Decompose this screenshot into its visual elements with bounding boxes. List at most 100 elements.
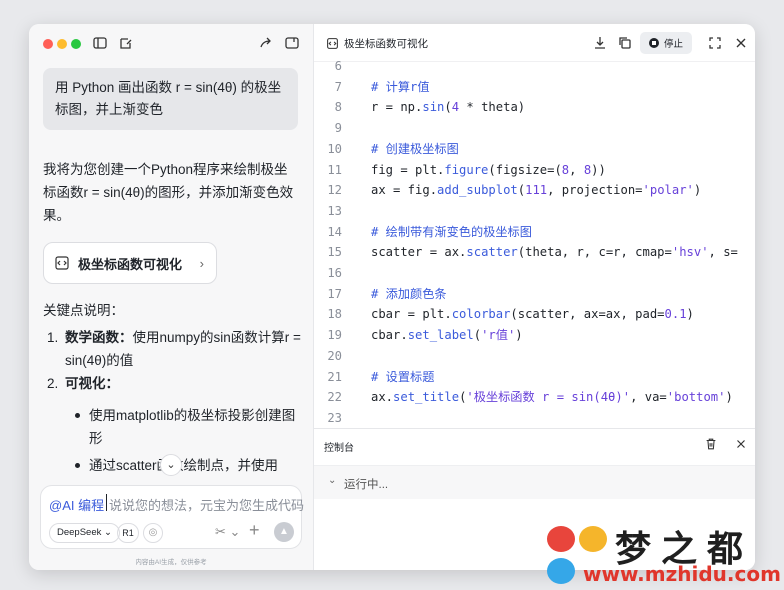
console-title: 控制台 bbox=[324, 443, 354, 454]
code-text: r = np.sin(4 * theta) bbox=[371, 100, 526, 115]
code-line[interactable]: 10 # 创建极坐标图 bbox=[314, 139, 755, 160]
code-title: 极坐标函数可视化 bbox=[344, 38, 428, 50]
download-icon[interactable] bbox=[592, 35, 608, 51]
chat-pane: 用 Python 画出函数 r = sin(4θ) 的极坐标图，并上渐变色 我将… bbox=[29, 24, 313, 570]
close-icon[interactable] bbox=[734, 437, 748, 451]
line-number: 6 bbox=[334, 59, 342, 73]
console-status: 运行中... bbox=[344, 479, 389, 491]
watermark: 梦之都 www.mzhidu.com bbox=[543, 518, 784, 590]
code-line[interactable]: 18 cbar = plt.colorbar(scatter, ax=ax, pa… bbox=[314, 304, 755, 325]
code-text: cbar.set_label('r值') bbox=[371, 328, 523, 343]
line-number: 12 bbox=[327, 183, 342, 198]
code-text: # 计算r值 bbox=[371, 79, 430, 94]
model-selector[interactable]: DeepSeek ⌄ bbox=[49, 523, 120, 543]
code-text: # 设置标题 bbox=[371, 369, 435, 384]
code-text: cbar = plt.colorbar(scatter, ax=ax, pad=… bbox=[371, 307, 694, 322]
mode-tag[interactable]: @AI 编程 bbox=[49, 495, 104, 514]
list-item-text: 通过scatter函数绘制点，并使用 bbox=[89, 458, 279, 473]
list-item: 2. 可视化： bbox=[43, 372, 301, 395]
artifact-card[interactable]: 极坐标函数可视化 › bbox=[43, 242, 217, 284]
user-message: 用 Python 画出函数 r = sin(4θ) 的极坐标图，并上渐变色 bbox=[43, 68, 298, 130]
code-line[interactable]: 20 bbox=[314, 346, 755, 367]
code-line[interactable]: 13 bbox=[314, 201, 755, 222]
add-attachment-icon[interactable]: + bbox=[249, 520, 260, 541]
code-text: ax.set_title('极坐标函数 r = sin(4θ)', va='bo… bbox=[371, 390, 733, 405]
line-number: 14 bbox=[327, 224, 342, 239]
code-file-icon bbox=[326, 37, 339, 50]
code-text: ax = fig.add_subplot(111, projection='po… bbox=[371, 183, 702, 198]
scissors-icon[interactable]: ✂ ⌄ bbox=[215, 524, 240, 540]
console-output-row[interactable]: ⌄ 运行中... bbox=[314, 465, 755, 499]
list-item: 使用matplotlib的极坐标投影创建图形 bbox=[43, 404, 301, 450]
close-window-button[interactable] bbox=[43, 39, 53, 49]
code-line[interactable]: 9 bbox=[314, 118, 755, 139]
list-number: 1. bbox=[47, 330, 59, 345]
code-line[interactable]: 22 ax.set_title('极坐标函数 r = sin(4θ)', va='… bbox=[314, 387, 755, 408]
stop-label: 停止 bbox=[663, 39, 683, 50]
list-item-text: 使用matplotlib的极坐标投影创建图形 bbox=[89, 408, 296, 446]
line-number: 20 bbox=[327, 348, 342, 363]
code-pane: 极坐标函数可视化 停止 6 7 # 计算r值 8 r = np.sin(4 * thet… bbox=[313, 24, 755, 570]
line-number: 9 bbox=[334, 121, 342, 136]
share-icon[interactable] bbox=[258, 35, 274, 51]
code-line[interactable]: 17 # 添加颜色条 bbox=[314, 284, 755, 305]
code-line[interactable]: 6 bbox=[314, 56, 755, 77]
code-line[interactable]: 16 bbox=[314, 263, 755, 284]
expand-panel-icon[interactable] bbox=[284, 35, 300, 51]
app-window: 用 Python 画出函数 r = sin(4θ) 的极坐标图，并上渐变色 我将… bbox=[29, 24, 755, 570]
sidebar-toggle-icon[interactable] bbox=[92, 35, 108, 51]
code-text: scatter = ax.scatter(theta, r, c=r, cmap… bbox=[371, 245, 738, 260]
code-text: # 添加颜色条 bbox=[371, 286, 447, 301]
code-line[interactable]: 15 scatter = ax.scatter(theta, r, c=r, cm… bbox=[314, 242, 755, 263]
bullet-icon bbox=[75, 413, 80, 418]
maximize-window-button[interactable] bbox=[71, 39, 81, 49]
red-face-logo-icon bbox=[547, 526, 575, 552]
web-search-icon[interactable]: ◎ bbox=[143, 523, 163, 543]
code-line[interactable]: 11 fig = plt.figure(figsize=(8, 8)) bbox=[314, 160, 755, 181]
disclaimer: 内容由AI生成，仅供参考 bbox=[135, 559, 207, 566]
code-line[interactable]: 21 # 设置标题 bbox=[314, 367, 755, 388]
line-number: 23 bbox=[327, 410, 342, 425]
text-caret bbox=[106, 494, 107, 511]
line-number: 16 bbox=[327, 266, 342, 280]
stop-icon bbox=[648, 38, 659, 48]
code-editor[interactable]: 6 7 # 计算r值 8 r = np.sin(4 * theta) 9 10 # 创建极坐标… bbox=[314, 56, 755, 428]
close-icon[interactable] bbox=[733, 35, 749, 51]
line-number: 18 bbox=[327, 307, 342, 322]
line-number: 13 bbox=[327, 203, 342, 218]
watermark-url: www.mzhidu.com bbox=[583, 562, 781, 586]
yellow-face-logo-icon bbox=[579, 526, 607, 552]
fullscreen-icon[interactable] bbox=[707, 35, 723, 51]
stop-button[interactable]: 停止 bbox=[640, 32, 692, 54]
list-item-label: 数学函数： bbox=[65, 330, 133, 345]
composer: @AI 编程 说说您的想法，元宝为您生成代码 DeepSeek ⌄ R1 ◎ ✂… bbox=[40, 485, 304, 549]
scroll-to-bottom-button[interactable]: ⌄ bbox=[160, 454, 182, 476]
list-item: 1. 数学函数：使用numpy的sin函数计算r = sin(4θ)的值 bbox=[43, 326, 301, 372]
code-line[interactable]: 14 # 绘制带有渐变色的极坐标图 bbox=[314, 222, 755, 243]
new-chat-icon[interactable] bbox=[118, 35, 134, 51]
list-item-label: 可视化： bbox=[65, 376, 119, 391]
artifact-card-label: 极坐标函数可视化 bbox=[78, 256, 183, 272]
line-number: 11 bbox=[327, 162, 342, 177]
trash-icon[interactable] bbox=[704, 437, 718, 451]
list-number: 2. bbox=[47, 376, 59, 391]
message-input[interactable]: 说说您的想法，元宝为您生成代码 bbox=[109, 495, 304, 514]
ordered-list: 1. 数学函数：使用numpy的sin函数计算r = sin(4θ)的值 2. … bbox=[43, 326, 301, 395]
code-line[interactable]: 12 ax = fig.add_subplot(111, projection='… bbox=[314, 180, 755, 201]
line-number: 15 bbox=[327, 245, 342, 260]
code-line[interactable]: 23 bbox=[314, 408, 755, 428]
code-line[interactable]: 8 r = np.sin(4 * theta) bbox=[314, 97, 755, 118]
minimize-window-button[interactable] bbox=[57, 39, 67, 49]
send-button[interactable]: ▲ bbox=[274, 522, 294, 542]
r1-toggle[interactable]: R1 bbox=[117, 523, 139, 543]
chat-titlebar bbox=[29, 24, 313, 62]
line-number: 19 bbox=[327, 328, 342, 343]
code-line[interactable]: 19 cbar.set_label('r值') bbox=[314, 325, 755, 346]
key-points-heading: 关键点说明： bbox=[43, 303, 124, 318]
code-file-icon bbox=[54, 255, 70, 271]
line-number: 22 bbox=[327, 390, 342, 405]
copy-icon[interactable] bbox=[617, 35, 633, 51]
code-line[interactable]: 7 # 计算r值 bbox=[314, 77, 755, 98]
line-number: 17 bbox=[327, 286, 342, 301]
code-text: # 创建极坐标图 bbox=[371, 141, 459, 156]
